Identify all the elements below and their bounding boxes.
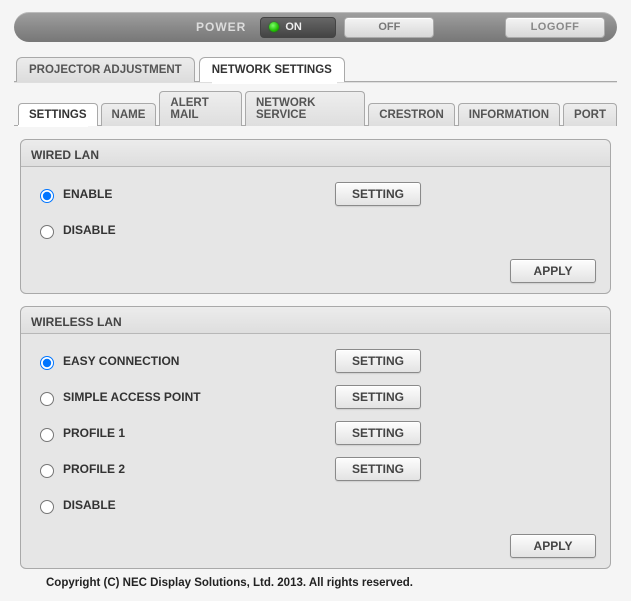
copyright: Copyright (C) NEC Display Solutions, Ltd… <box>46 577 617 589</box>
wireless-easy-label: EASY CONNECTION <box>63 354 179 368</box>
power-on-label: ON <box>285 21 302 33</box>
logoff-button[interactable]: LOGOFF <box>505 17 605 38</box>
topbar: POWER ON OFF LOGOFF <box>14 12 617 42</box>
wireless-profile1-setting-button[interactable]: SETTING <box>335 421 421 445</box>
tab-projector-adjustment[interactable]: PROJECTOR ADJUSTMENT <box>16 57 195 82</box>
wireless-disable-label: DISABLE <box>63 498 116 512</box>
subtab-name[interactable]: NAME <box>101 103 157 126</box>
wireless-sap-setting-button[interactable]: SETTING <box>335 385 421 409</box>
wireless-disable-row: DISABLE <box>35 490 596 520</box>
wireless-profile1-radio[interactable] <box>40 428 54 442</box>
wired-lan-apply-button[interactable]: APPLY <box>510 259 596 283</box>
wireless-sap-radio[interactable] <box>40 392 54 406</box>
wired-lan-enable-row: ENABLE SETTING <box>35 179 596 209</box>
subtab-port[interactable]: PORT <box>563 103 617 126</box>
wired-lan-enable-label: ENABLE <box>63 187 112 201</box>
wired-lan-enable-radio[interactable] <box>40 189 54 203</box>
wired-lan-setting-button[interactable]: SETTING <box>335 182 421 206</box>
wired-lan-title: WIRED LAN <box>21 140 610 167</box>
wireless-sap-row: SIMPLE ACCESS POINT SETTING <box>35 382 596 412</box>
sub-tabs: SETTINGS NAME ALERT MAIL NETWORK SERVICE… <box>18 90 617 125</box>
wireless-lan-body: EASY CONNECTION SETTING SIMPLE ACCESS PO… <box>21 334 610 530</box>
wireless-profile2-radio[interactable] <box>40 464 54 478</box>
wired-lan-disable-row: DISABLE <box>35 215 596 245</box>
wired-lan-disable-label: DISABLE <box>63 223 116 237</box>
wireless-easy-row: EASY CONNECTION SETTING <box>35 346 596 376</box>
subtab-settings[interactable]: SETTINGS <box>18 103 98 126</box>
power-led-icon <box>269 22 279 32</box>
subtab-network-service[interactable]: NETWORK SERVICE <box>245 91 365 126</box>
wireless-profile2-row: PROFILE 2 SETTING <box>35 454 596 484</box>
tab-network-settings[interactable]: NETWORK SETTINGS <box>199 57 345 82</box>
wireless-easy-setting-button[interactable]: SETTING <box>335 349 421 373</box>
subtab-crestron[interactable]: CRESTRON <box>368 103 455 126</box>
wireless-lan-title: WIRELESS LAN <box>21 307 610 334</box>
wireless-profile2-setting-button[interactable]: SETTING <box>335 457 421 481</box>
wired-lan-panel: WIRED LAN ENABLE SETTING DISABLE APPLY <box>20 139 611 294</box>
wireless-easy-radio[interactable] <box>40 356 54 370</box>
wireless-profile1-label: PROFILE 1 <box>63 426 125 440</box>
main-tabs: PROJECTOR ADJUSTMENT NETWORK SETTINGS <box>16 56 617 81</box>
subtab-alert-mail[interactable]: ALERT MAIL <box>159 91 242 126</box>
wired-lan-body: ENABLE SETTING DISABLE <box>21 167 610 255</box>
power-label: POWER <box>196 20 246 34</box>
wireless-disable-radio[interactable] <box>40 500 54 514</box>
main-tab-active-strip <box>212 82 337 84</box>
wireless-profile1-row: PROFILE 1 SETTING <box>35 418 596 448</box>
wireless-sap-label: SIMPLE ACCESS POINT <box>63 390 201 404</box>
wireless-lan-panel: WIRELESS LAN EASY CONNECTION SETTING SIM… <box>20 306 611 569</box>
wired-lan-disable-radio[interactable] <box>40 225 54 239</box>
wireless-profile2-label: PROFILE 2 <box>63 462 125 476</box>
power-on-indicator[interactable]: ON <box>260 17 336 38</box>
wireless-lan-apply-button[interactable]: APPLY <box>510 534 596 558</box>
sub-tab-active-strip <box>18 125 88 127</box>
subtab-information[interactable]: INFORMATION <box>458 103 560 126</box>
power-off-button[interactable]: OFF <box>344 17 434 38</box>
